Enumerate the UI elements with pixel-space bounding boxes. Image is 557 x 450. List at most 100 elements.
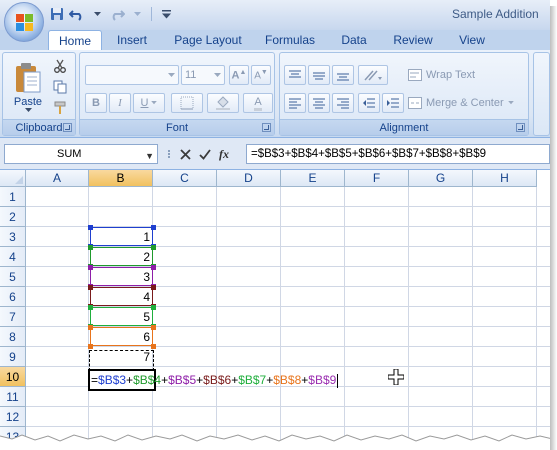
name-box[interactable]: SUM ▼	[4, 144, 158, 164]
tab-view[interactable]: View	[451, 30, 493, 50]
shrink-font-button[interactable]: A▼	[251, 65, 271, 85]
font-size-combo[interactable]: 11	[181, 65, 225, 85]
undo-dropdown-icon[interactable]	[88, 5, 106, 23]
wrap-text-button[interactable]: Wrap Text	[408, 65, 486, 85]
column-header-f[interactable]: F	[345, 170, 409, 187]
borders-icon	[180, 96, 194, 110]
redo-icon[interactable]	[108, 5, 126, 23]
column-header-e[interactable]: E	[281, 170, 345, 187]
row-header-6[interactable]: 6	[0, 287, 26, 307]
merge-center-button[interactable]: Merge & Center	[408, 93, 526, 113]
office-button[interactable]	[4, 2, 44, 42]
column-header-a[interactable]: A	[26, 170, 89, 187]
cell-b9[interactable]: 7	[89, 347, 153, 367]
row-header-12[interactable]: 12	[0, 407, 26, 427]
row-header-5[interactable]: 5	[0, 267, 26, 287]
redo-dropdown-icon[interactable]	[128, 5, 146, 23]
insert-function-icon[interactable]: fx	[219, 147, 229, 162]
row-header-7[interactable]: 7	[0, 307, 26, 327]
quick-access-toolbar	[48, 4, 175, 24]
row-header-10[interactable]: 10	[0, 367, 26, 387]
italic-button[interactable]: I	[109, 93, 131, 113]
column-header-c[interactable]: C	[153, 170, 217, 187]
orientation-icon	[364, 70, 382, 81]
formula-token: $B$5	[168, 373, 197, 387]
align-right-icon	[337, 98, 349, 109]
align-left-button[interactable]	[284, 93, 306, 113]
excel-window: Sample Addition Home Insert Page Layout …	[0, 0, 557, 450]
row-header-1[interactable]: 1	[0, 187, 26, 207]
wrap-text-label: Wrap Text	[426, 69, 476, 81]
window-shadow	[550, 6, 557, 450]
qat-separator	[151, 7, 152, 21]
row-header-9[interactable]: 9	[0, 347, 26, 367]
alignment-group: Wrap Text Merge & Center Alignment	[279, 52, 529, 136]
row-header-8[interactable]: 8	[0, 327, 26, 347]
undo-icon[interactable]	[68, 5, 86, 23]
borders-button[interactable]	[171, 93, 203, 113]
cell-b6[interactable]: 4	[89, 287, 153, 307]
cell-b8[interactable]: 6	[89, 327, 153, 347]
name-box-dropdown-icon[interactable]: ▼	[145, 147, 154, 165]
cell-b7[interactable]: 5	[89, 307, 153, 327]
cell-b5[interactable]: 3	[89, 267, 153, 287]
grid-line-horizontal	[26, 426, 550, 427]
tab-formulas[interactable]: Formulas	[258, 30, 322, 50]
align-right-button[interactable]	[332, 93, 354, 113]
tab-page-layout[interactable]: Page Layout	[166, 30, 250, 50]
formula-token: $B$7	[238, 373, 267, 387]
ribbon: Paste Clipboard 11 A▲ A▼ B I U A Font Wr…	[0, 50, 550, 138]
row-header-2[interactable]: 2	[0, 207, 26, 227]
row-header-4[interactable]: 4	[0, 247, 26, 267]
tab-review[interactable]: Review	[386, 30, 440, 50]
font-name-combo[interactable]	[85, 65, 179, 85]
increase-indent-button[interactable]	[382, 93, 404, 113]
tab-insert[interactable]: Insert	[107, 30, 157, 50]
underline-button[interactable]: U	[133, 93, 165, 113]
fill-color-button[interactable]	[207, 93, 239, 113]
font-dialog-launcher[interactable]	[262, 123, 271, 132]
align-middle-button[interactable]	[308, 65, 330, 85]
decrease-indent-button[interactable]	[358, 93, 380, 113]
customize-qat-icon[interactable]	[157, 5, 175, 23]
decrease-indent-icon	[363, 98, 375, 108]
clipboard-dialog-launcher[interactable]	[63, 123, 72, 132]
paste-label: Paste	[13, 95, 43, 108]
chevron-down-icon	[168, 72, 175, 77]
resize-handle-icon[interactable]	[166, 148, 172, 160]
tab-home[interactable]: Home	[48, 30, 102, 51]
scissors-icon	[54, 59, 66, 73]
align-bottom-button[interactable]	[332, 65, 354, 85]
orientation-button[interactable]	[358, 65, 388, 85]
cut-button[interactable]	[51, 57, 69, 75]
align-center-button[interactable]	[308, 93, 330, 113]
formula-token: =	[91, 373, 99, 387]
worksheet-grid[interactable]: A B C D E F G H 1 2 3 4 5 6 7 8 9 10 11 12 13 1 2 3 4 5 6 7 =$B$3+$B…	[0, 170, 550, 450]
copy-button[interactable]	[51, 78, 69, 96]
cell-b3[interactable]: 1	[89, 227, 153, 247]
align-top-button[interactable]	[284, 65, 306, 85]
alignment-dialog-launcher[interactable]	[516, 123, 525, 132]
tab-data[interactable]: Data	[334, 30, 374, 50]
paste-button[interactable]: Paste	[9, 57, 47, 117]
merge-center-icon	[408, 97, 422, 109]
column-header-g[interactable]: G	[409, 170, 473, 187]
font-color-button[interactable]: A	[243, 93, 273, 113]
enter-checkmark-icon[interactable]	[199, 148, 211, 160]
save-icon[interactable]	[48, 5, 66, 23]
format-painter-button[interactable]	[51, 99, 69, 117]
grid-line-horizontal	[26, 206, 550, 207]
select-all-corner[interactable]	[0, 170, 26, 187]
cell-b4[interactable]: 2	[89, 247, 153, 267]
row-header-3[interactable]: 3	[0, 227, 26, 247]
cell-edit-formula[interactable]: =$B$3+$B$4+$B$5+$B$6+$B$7+$B$8+$B$9	[91, 370, 339, 390]
column-header-d[interactable]: D	[217, 170, 281, 187]
bold-button[interactable]: B	[85, 93, 107, 113]
column-header-b[interactable]: B	[89, 170, 153, 187]
grow-font-button[interactable]: A▲	[229, 65, 249, 85]
cancel-icon[interactable]	[180, 148, 191, 160]
column-header-h[interactable]: H	[473, 170, 537, 187]
row-header-11[interactable]: 11	[0, 387, 26, 407]
align-center-icon	[313, 98, 325, 109]
formula-input[interactable]: =$B$3+$B$4+$B$5+$B$6+$B$7+$B$8+$B$9	[246, 144, 550, 164]
